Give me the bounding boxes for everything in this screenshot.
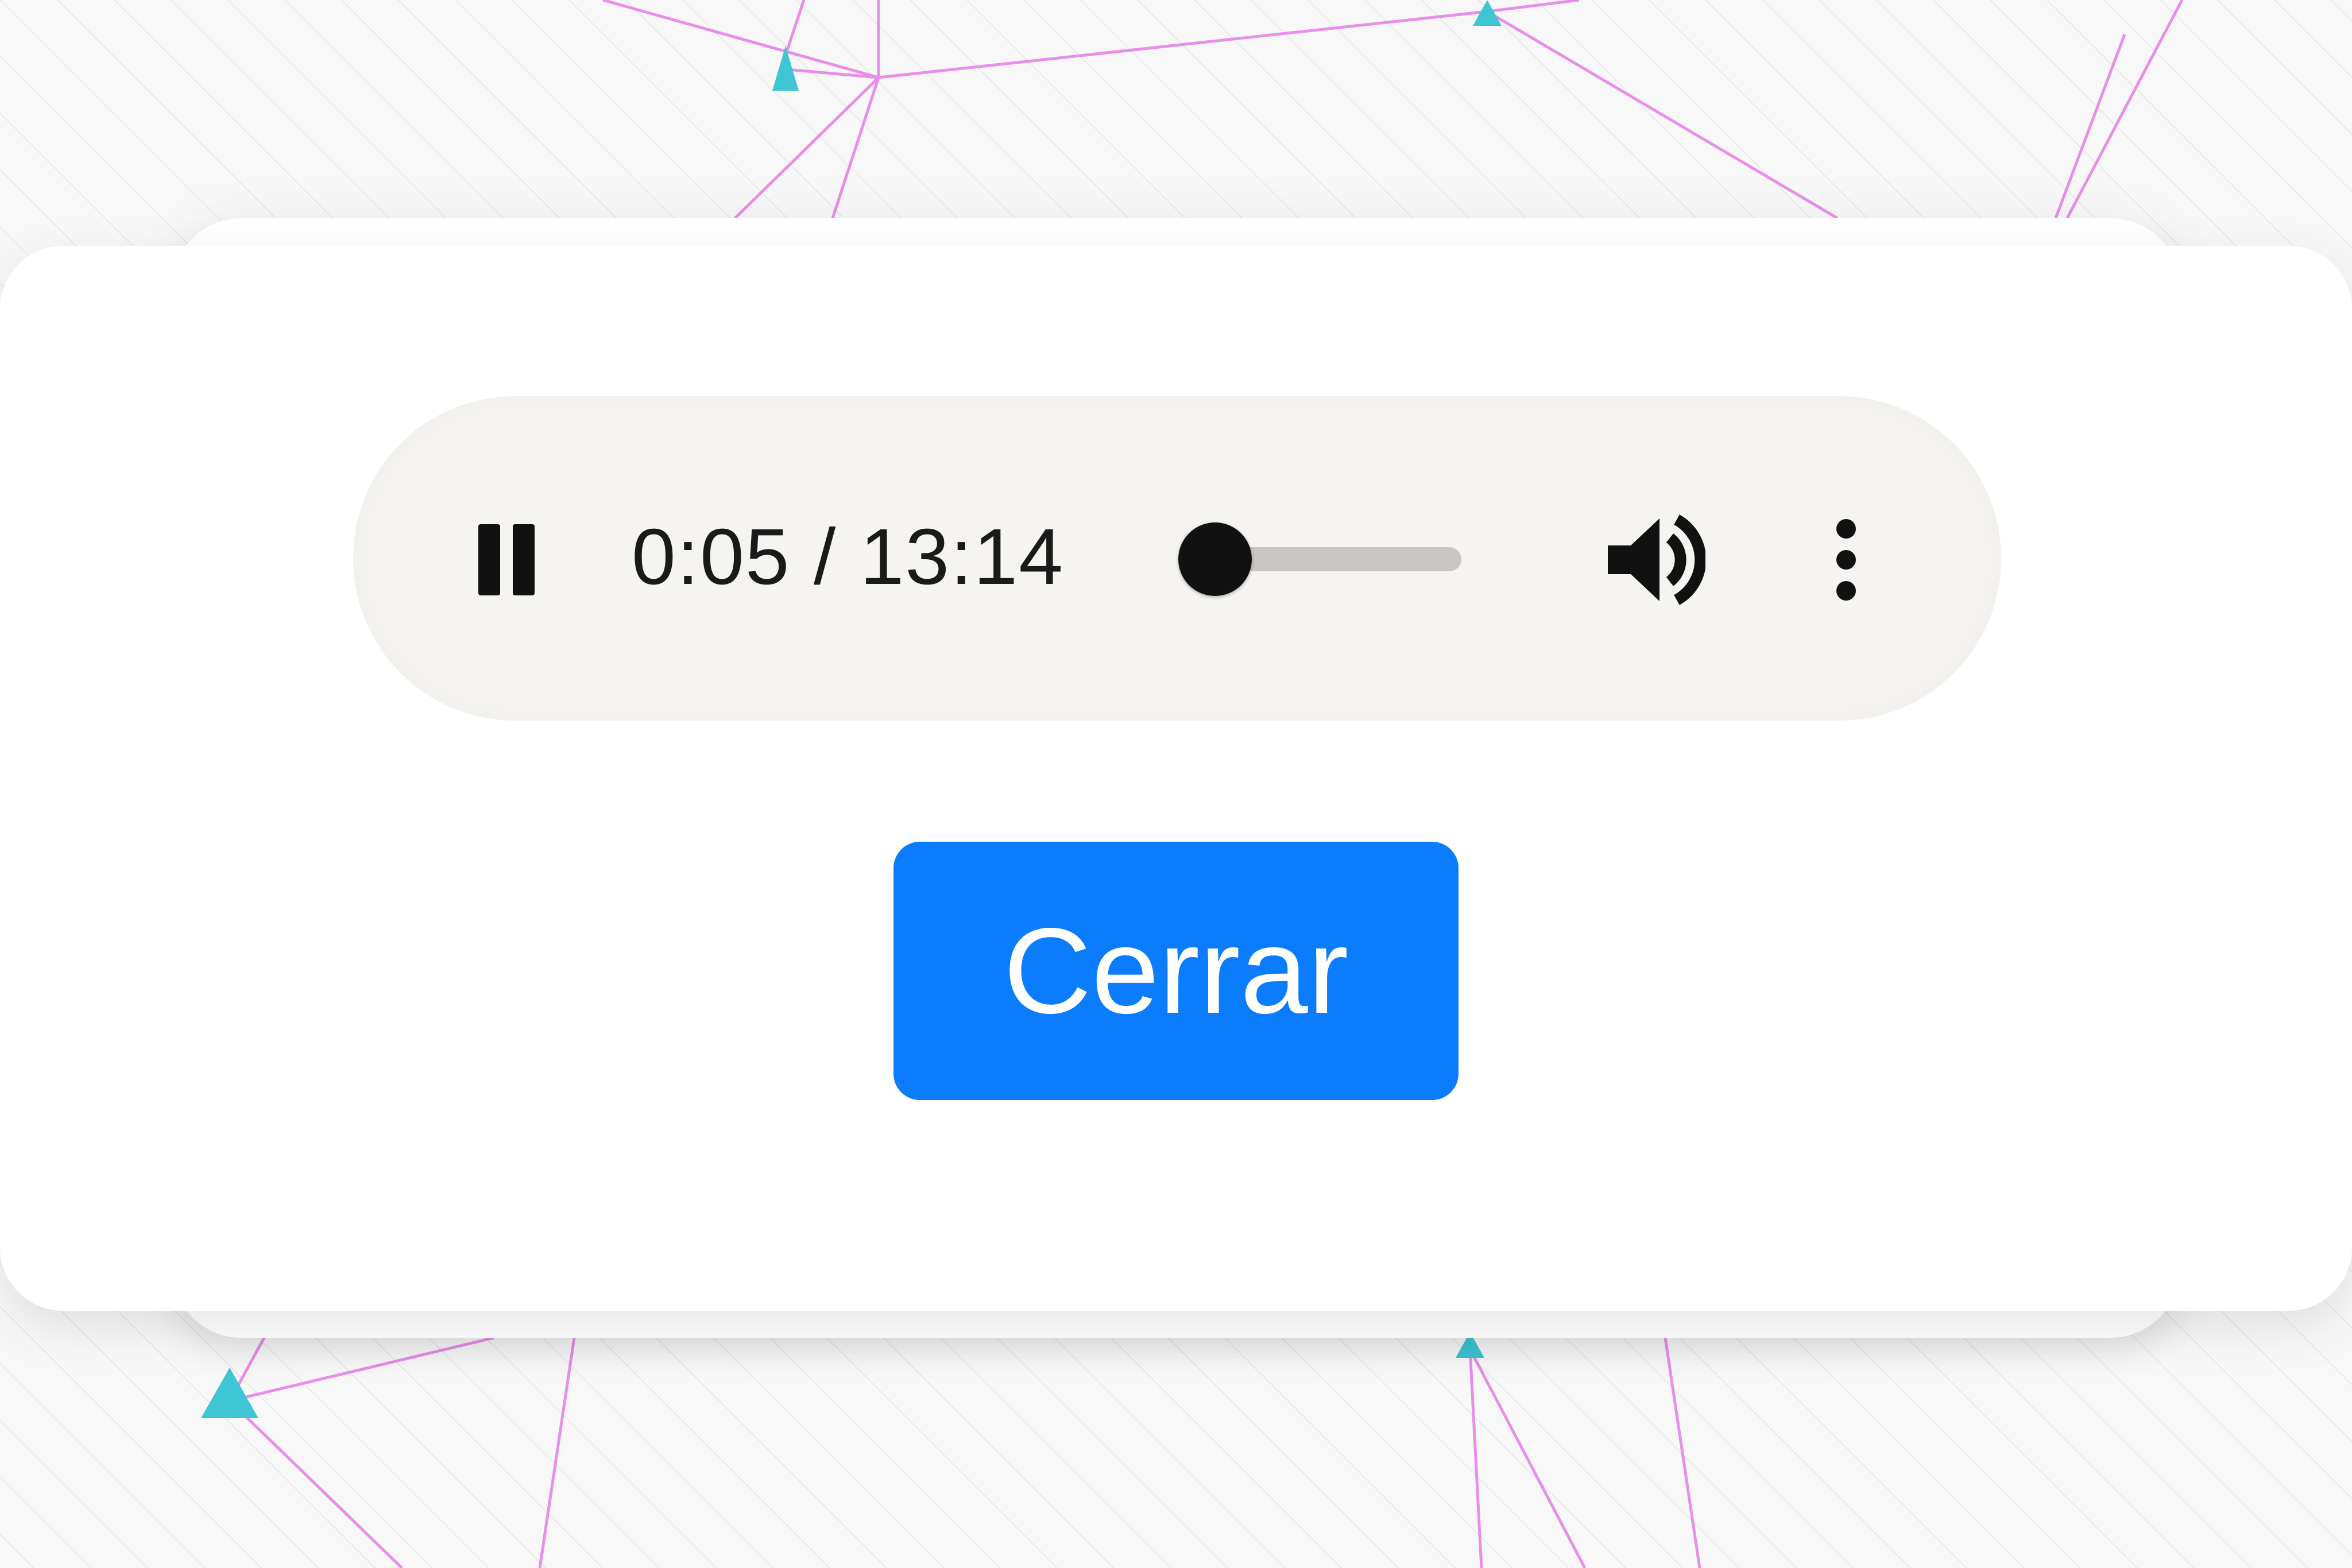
close-button[interactable]: Cerrar <box>893 842 1459 1100</box>
audio-player <box>353 396 2001 721</box>
seek-slider[interactable] <box>1217 547 1461 571</box>
seek-slider-thumb[interactable] <box>1178 522 1252 596</box>
pause-button[interactable] <box>468 520 543 600</box>
volume-up-icon <box>1608 514 1705 605</box>
more-options-button[interactable] <box>1820 514 1872 606</box>
pause-icon <box>478 524 500 595</box>
more-vert-icon <box>1836 519 1856 601</box>
time-display: 0:05 / 13:14 <box>632 513 1064 601</box>
volume-button[interactable] <box>1602 514 1705 606</box>
